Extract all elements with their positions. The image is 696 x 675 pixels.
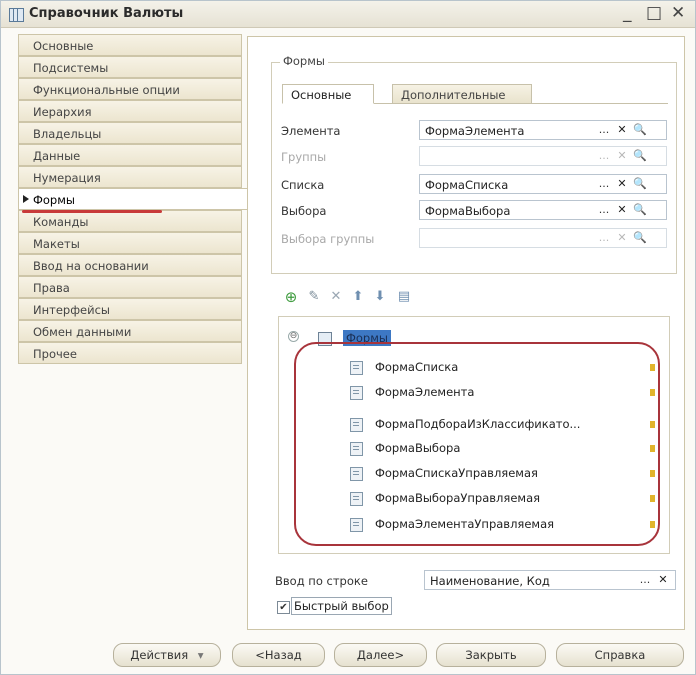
- sidebar-item-label: Основные: [33, 39, 94, 53]
- maximize-button[interactable]: □: [646, 3, 662, 23]
- sidebar-item-label: Ввод на основании: [33, 259, 149, 273]
- clear-icon[interactable]: ✕: [655, 571, 671, 589]
- sidebar-item-label: Макеты: [33, 237, 80, 251]
- input-by-string-field[interactable]: Наименование, Код ... ✕: [424, 570, 676, 590]
- quick-select-label[interactable]: Быстрый выбор: [291, 597, 392, 615]
- tab-additional[interactable]: Дополнительные: [392, 84, 532, 104]
- sidebar-item-label: Иерархия: [33, 105, 92, 119]
- annotation-oval: [294, 342, 660, 546]
- field-label-choice: Выбора: [281, 204, 327, 218]
- sidebar-item-label: Данные: [33, 149, 81, 163]
- properties-icon[interactable]: ▤: [396, 289, 412, 305]
- clear-icon[interactable]: ✕: [614, 201, 630, 219]
- sidebar-item-owners[interactable]: Владельцы: [18, 122, 242, 144]
- clear-icon[interactable]: ✕: [614, 175, 630, 193]
- field-value: ФормаВыбора: [425, 204, 511, 218]
- select-button[interactable]: ...: [637, 571, 653, 589]
- open-icon[interactable]: 🔍: [632, 201, 648, 219]
- field-label-groups: Группы: [281, 150, 327, 164]
- field-value: Наименование, Код: [430, 574, 550, 588]
- field-value: ФормаЭлемента: [425, 124, 525, 138]
- collapse-icon[interactable]: ⊖: [288, 331, 299, 342]
- title-bar: Справочник Валюты _ □ ✕: [1, 1, 695, 28]
- open-icon[interactable]: 🔍: [632, 229, 648, 247]
- sidebar-item-forms[interactable]: Формы: [18, 188, 248, 210]
- catalog-icon: [9, 8, 24, 22]
- close-dialog-button[interactable]: Закрыть: [436, 643, 546, 667]
- group-choice-form-field[interactable]: ... ✕ 🔍: [419, 228, 667, 248]
- annotation-underline: [22, 210, 162, 213]
- minimize-button[interactable]: _: [623, 3, 632, 23]
- field-label-list: Списка: [281, 178, 325, 192]
- edit-icon[interactable]: ✎: [306, 289, 322, 305]
- back-button[interactable]: <Назад: [232, 643, 325, 667]
- select-button[interactable]: ...: [596, 229, 612, 247]
- sidebar-item-label: Формы: [33, 193, 75, 207]
- current-item-arrow-icon: [23, 195, 29, 203]
- element-form-field[interactable]: ФормаЭлемента ... ✕ 🔍: [419, 120, 667, 140]
- list-form-field[interactable]: ФормаСписка ... ✕ 🔍: [419, 174, 667, 194]
- sidebar-item-main[interactable]: Основные: [18, 34, 242, 56]
- open-icon[interactable]: 🔍: [632, 147, 648, 165]
- sidebar-item-templates[interactable]: Макеты: [18, 232, 242, 254]
- sidebar-item-data-exchange[interactable]: Обмен данными: [18, 320, 242, 342]
- field-label-element: Элемента: [281, 124, 341, 138]
- sidebar-item-commands[interactable]: Команды: [18, 210, 242, 232]
- clear-icon[interactable]: ✕: [614, 121, 630, 139]
- sidebar-item-label: Обмен данными: [33, 325, 132, 339]
- forms-group-label: Формы: [280, 54, 328, 68]
- groups-form-field[interactable]: ... ✕ 🔍: [419, 146, 667, 166]
- sidebar-item-label: Прочее: [33, 347, 77, 361]
- select-button[interactable]: ...: [596, 201, 612, 219]
- move-up-icon[interactable]: ⬆: [350, 289, 366, 305]
- sidebar-item-label: Подсистемы: [33, 61, 109, 75]
- clear-icon[interactable]: ✕: [614, 229, 630, 247]
- dropdown-arrow-icon: ▾: [197, 648, 204, 662]
- choice-form-field[interactable]: ФормаВыбора ... ✕ 🔍: [419, 200, 667, 220]
- sidebar-item-numbering[interactable]: Нумерация: [18, 166, 242, 188]
- window-title: Справочник Валюты: [29, 6, 184, 21]
- sidebar-item-data[interactable]: Данные: [18, 144, 242, 166]
- sidebar-item-interfaces[interactable]: Интерфейсы: [18, 298, 242, 320]
- field-label-group-choice: Выбора группы: [281, 232, 375, 246]
- tab-main[interactable]: Основные: [282, 84, 374, 104]
- sidebar-item-label: Права: [33, 281, 70, 295]
- input-by-string-label: Ввод по строке: [275, 574, 368, 588]
- actions-button[interactable]: Действия ▾: [113, 643, 221, 667]
- move-down-icon[interactable]: ⬇: [372, 289, 388, 305]
- sidebar-item-functional-options[interactable]: Функциональные опции: [18, 78, 242, 100]
- sidebar-item-other[interactable]: Прочее: [18, 342, 242, 364]
- field-value: ФормаСписка: [425, 178, 509, 192]
- next-button[interactable]: Далее>: [334, 643, 427, 667]
- sidebar-item-label: Команды: [33, 215, 89, 229]
- sidebar-item-hierarchy[interactable]: Иерархия: [18, 100, 242, 122]
- quick-select-checkbox[interactable]: ✔: [277, 601, 290, 614]
- sidebar-item-label: Владельцы: [33, 127, 102, 141]
- sidebar-item-input-based-on[interactable]: Ввод на основании: [18, 254, 242, 276]
- select-button[interactable]: ...: [596, 121, 612, 139]
- help-button[interactable]: Справка: [556, 643, 684, 667]
- sidebar-item-rights[interactable]: Права: [18, 276, 242, 298]
- delete-icon[interactable]: ✕: [328, 289, 344, 305]
- open-icon[interactable]: 🔍: [632, 121, 648, 139]
- select-button[interactable]: ...: [596, 175, 612, 193]
- select-button[interactable]: ...: [596, 147, 612, 165]
- open-icon[interactable]: 🔍: [632, 175, 648, 193]
- actions-label: Действия: [130, 648, 189, 662]
- sidebar-item-subsystems[interactable]: Подсистемы: [18, 56, 242, 78]
- close-button[interactable]: ✕: [671, 3, 685, 23]
- add-icon[interactable]: ⊕: [283, 289, 299, 305]
- sidebar-item-label: Нумерация: [33, 171, 101, 185]
- sidebar-item-label: Интерфейсы: [33, 303, 110, 317]
- clear-icon[interactable]: ✕: [614, 147, 630, 165]
- sidebar-item-label: Функциональные опции: [33, 83, 180, 97]
